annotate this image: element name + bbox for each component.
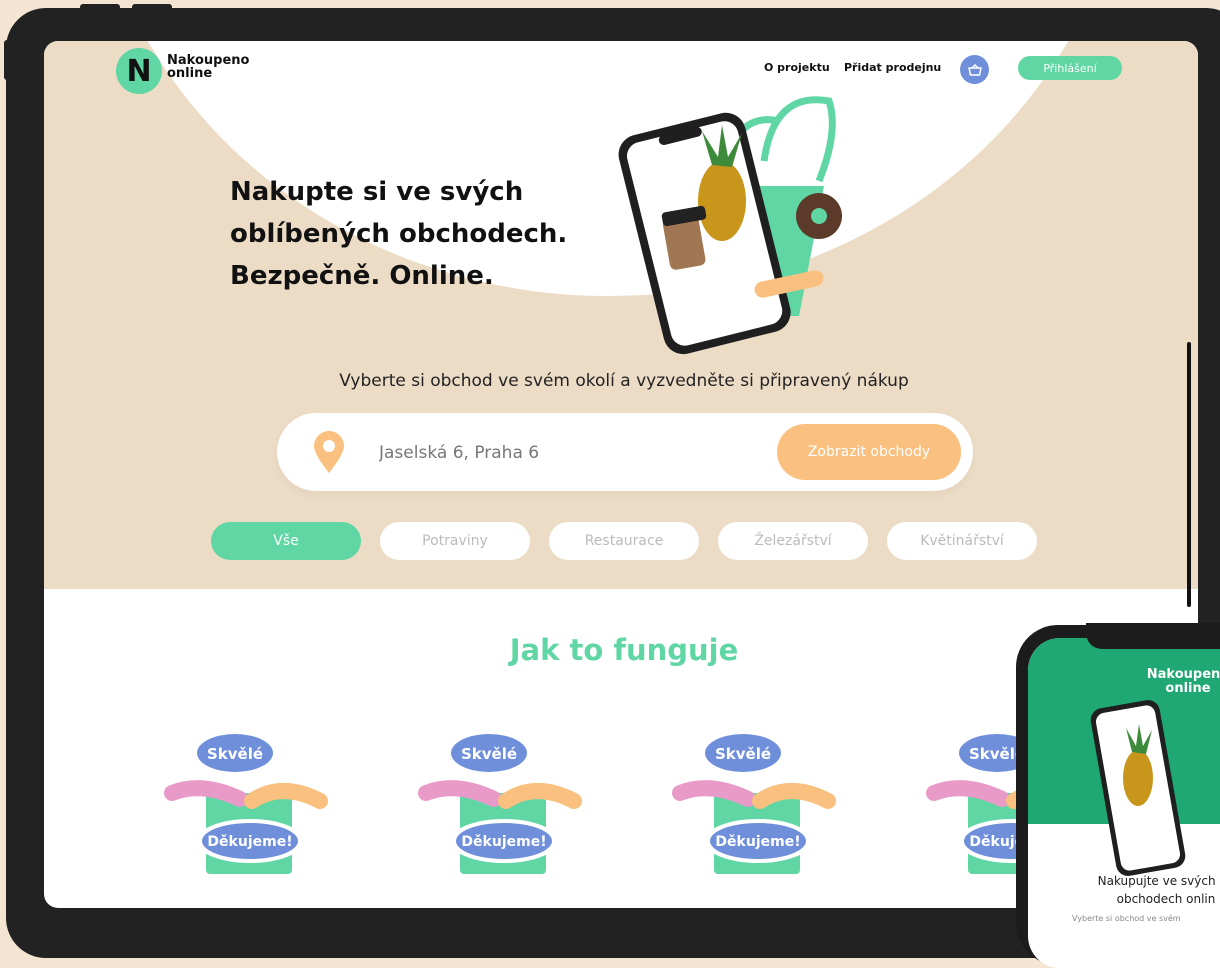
category-tab-restaurants[interactable]: Restaurace xyxy=(549,522,699,560)
hero-title-line3: Bezpečně. Online. xyxy=(230,261,494,291)
scrollbar[interactable] xyxy=(1187,342,1191,607)
hero-section: N Nakoupeno online O projektu Přidat pro… xyxy=(44,41,1198,589)
nav-about-link[interactable]: O projektu xyxy=(764,61,830,74)
tablet-top-button xyxy=(132,4,172,12)
tablet-top-button xyxy=(80,4,120,12)
bubble-bottom-text: Děkujeme! xyxy=(715,834,800,850)
address-input[interactable] xyxy=(377,437,761,469)
category-tab-groceries[interactable]: Potraviny xyxy=(380,522,530,560)
phone-heading-line2: obchodech onlin xyxy=(1116,892,1216,906)
basket-button[interactable] xyxy=(960,55,989,84)
phone-subtitle: Vyberte si obchod ve svém xyxy=(1072,914,1181,923)
phone-screen: Nakoupeno online Nakupujte ve svých ob o… xyxy=(1028,638,1220,968)
how-step-illustration: Skvělé Děkujeme! xyxy=(670,721,840,891)
hero-illustration xyxy=(618,96,842,355)
category-tab-all[interactable]: Vše xyxy=(211,522,361,560)
bubble-bottom-text: Děkujeme! xyxy=(461,834,546,850)
phone-mockup: Nakoupeno online Nakupujte ve svých ob o… xyxy=(1016,623,1220,968)
how-step-illustration: Skvělé Děkujeme! xyxy=(162,721,332,891)
basket-icon xyxy=(967,63,982,76)
show-stores-button[interactable]: Zobrazit obchody xyxy=(777,424,961,480)
nav-add-store-link[interactable]: Přidat prodejnu xyxy=(844,61,941,74)
logo-icon[interactable]: N xyxy=(116,48,162,94)
bubble-bottom-text: Děkujeme! xyxy=(207,834,292,850)
hero-subtitle: Vyberte si obchod ve svém okolí a vyzved… xyxy=(339,371,909,391)
bubble-top-text: Skvělé xyxy=(207,745,263,763)
hero-title-line2: oblíbených obchodech. xyxy=(230,219,568,249)
bubble-top-text: Skvělé xyxy=(461,745,517,763)
tablet-side-button xyxy=(4,40,12,80)
phone-hero-illustration xyxy=(1090,700,1186,876)
login-button[interactable]: Přihlášení xyxy=(1018,56,1122,80)
logo-letter: N xyxy=(126,53,152,89)
how-step-illustration: Skvělé Děkujeme! xyxy=(416,721,586,891)
search-bar: Zobrazit obchody xyxy=(277,413,973,491)
phone-notch xyxy=(1086,623,1220,649)
phone-logo: Nakoupeno online xyxy=(1128,668,1220,696)
phone-logo-line2: online xyxy=(1165,681,1211,696)
phone-heading: Nakupujte ve svých ob obchodech onlin xyxy=(1028,872,1220,908)
category-tab-hardware[interactable]: Železářství xyxy=(718,522,868,560)
bubble-top-text: Skvělé xyxy=(715,745,771,763)
hero-title: Nakupte si ve svých oblíbených obchodech… xyxy=(230,171,650,297)
logo-line2: online xyxy=(167,66,213,81)
phone-logo-line1: Nakoupeno xyxy=(1146,667,1220,682)
category-tab-florists[interactable]: Květinářství xyxy=(887,522,1037,560)
logo-text[interactable]: Nakoupeno online xyxy=(167,54,287,80)
location-pin-icon xyxy=(314,431,344,473)
hero-title-line1: Nakupte si ve svých xyxy=(230,177,524,207)
phone-heading-line1: Nakupujte ve svých ob xyxy=(1097,874,1220,888)
phone-hero: Nakoupeno online xyxy=(1028,638,1220,876)
